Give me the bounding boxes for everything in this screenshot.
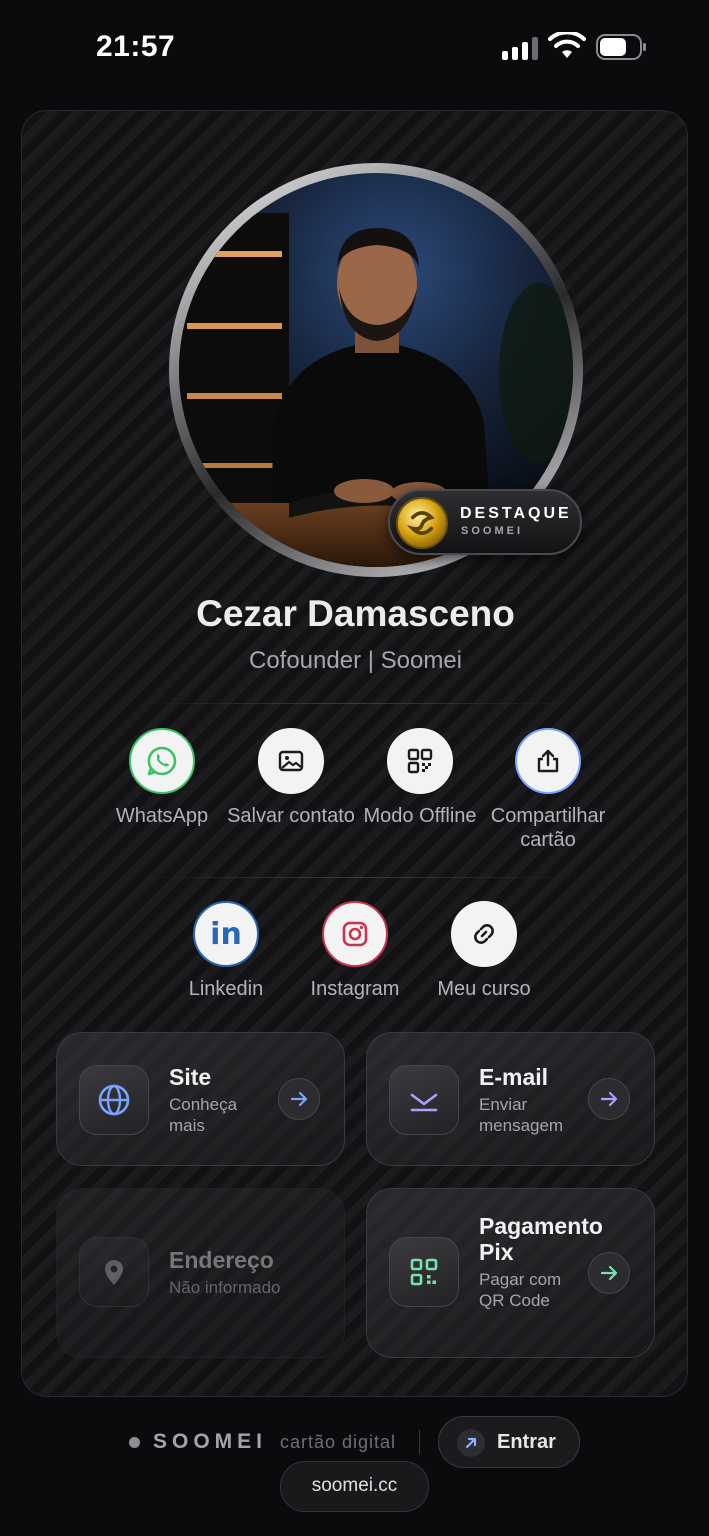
offline-mode-button[interactable]: Modo Offline [350,728,490,828]
address-subtitle: Não informado [169,1278,281,1297]
email-icon [389,1065,459,1135]
email-subtitle: Enviar mensagem [479,1095,564,1135]
badge-title: DESTAQUE [460,505,572,522]
pix-payment-tile[interactable]: Pagamento Pix Pagar com QR Code [366,1188,655,1358]
save-contact-label: Salvar contato [227,805,355,827]
profile-subtitle: Cofounder | Soomei [248,647,463,674]
course-label: Meu curso [437,978,531,1000]
profile-card: DESTAQUE SOOMEI Cezar Damasceno Cofounde… [21,110,688,1397]
link-icon [451,901,517,967]
linkedin-link[interactable]: in Linkedin [156,901,296,1001]
email-tile[interactable]: E-mail Enviar mensagem [366,1032,655,1166]
soomei-logo-icon [396,497,448,549]
wifi-icon [548,32,586,58]
footer-brand: SOOMEI [153,1430,268,1453]
globe-icon [79,1065,149,1135]
domain-link[interactable]: soomei.cc [280,1461,429,1512]
battery-icon [596,34,646,60]
qr-icon [387,728,453,794]
linkedin-label: Linkedin [188,978,264,1000]
instagram-label: Instagram [310,978,400,1000]
pix-subtitle: Pagar com QR Code [479,1270,562,1310]
save-contact-button[interactable]: Salvar contato [221,728,361,828]
whatsapp-label: WhatsApp [115,805,209,827]
offline-mode-label: Modo Offline [363,805,477,827]
share-icon [515,728,581,794]
arrow-right-icon [278,1078,320,1120]
arrow-right-icon [588,1078,630,1120]
course-link[interactable]: Meu curso [414,901,554,1001]
share-card-button[interactable]: Compartilhar cartão [478,728,618,852]
arrow-up-right-icon [457,1429,485,1457]
profile-name: Cezar Damasceno [196,593,515,634]
footer-tagline: cartão digital [280,1432,397,1452]
status-time: 21:57 [96,30,176,63]
signal-icon [502,36,540,60]
whatsapp-button[interactable]: WhatsApp [92,728,232,828]
location-icon [79,1237,149,1307]
image-icon [258,728,324,794]
featured-badge: DESTAQUE SOOMEI [388,489,582,555]
site-title: Site [169,1064,212,1090]
divider [137,703,574,704]
email-title: E-mail [479,1064,549,1090]
arrow-right-icon [588,1252,630,1294]
qr-icon [389,1237,459,1307]
divider [419,1430,420,1454]
enter-button[interactable]: Entrar [438,1416,580,1468]
address-title: Endereço [169,1247,274,1273]
address-tile: Endereço Não informado [56,1188,345,1358]
share-card-label: Compartilhar cartão [490,805,606,851]
brand-dot [129,1437,140,1448]
badge-subtitle: SOOMEI [461,525,524,537]
site-tile[interactable]: Site Conheça mais [56,1032,345,1166]
instagram-icon [322,901,388,967]
site-subtitle: Conheça mais [169,1095,238,1135]
enter-label: Entrar [497,1431,556,1453]
status-bar: 21:57 [0,0,709,96]
instagram-link[interactable]: Instagram [285,901,425,1001]
divider [137,877,574,878]
whatsapp-icon [129,728,195,794]
linkedin-icon: in [193,901,259,967]
